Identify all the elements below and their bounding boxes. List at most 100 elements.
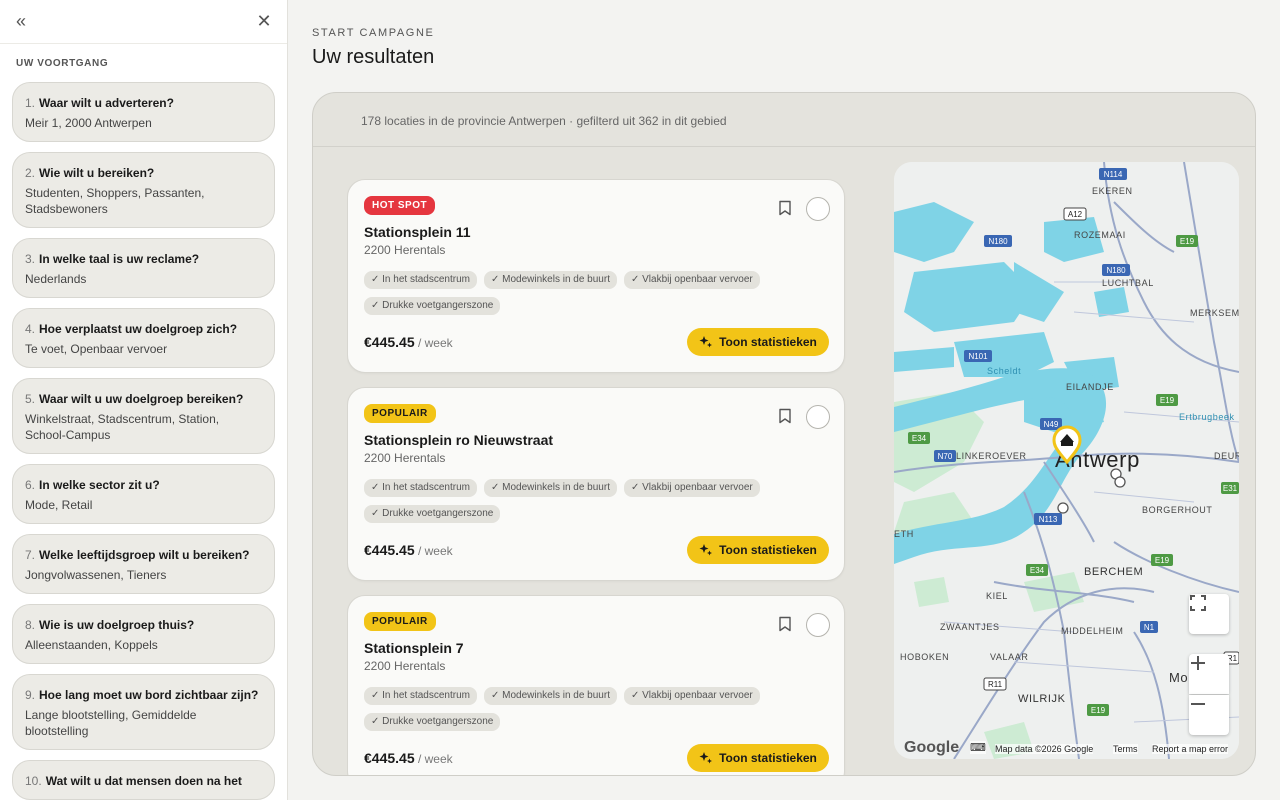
sidebar-heading: UW VOORTGANG bbox=[16, 58, 109, 69]
price-amount: €445.45 bbox=[364, 334, 415, 350]
svg-text:E34: E34 bbox=[1030, 566, 1045, 575]
step-answer: Nederlands bbox=[25, 272, 87, 286]
map-label: VALAAR bbox=[990, 652, 1028, 662]
step-question: 8. Wie is uw doelgroep thuis? bbox=[25, 617, 262, 633]
bookmark-icon[interactable] bbox=[778, 200, 792, 216]
location-card[interactable]: POPULAIR Stationsplein 7 2200 Herentals … bbox=[347, 595, 845, 775]
minus-icon bbox=[1191, 703, 1205, 705]
step-3[interactable]: 3. In welke taal is uw reclame? Nederland… bbox=[12, 238, 275, 298]
collapse-sidebar-icon[interactable]: « bbox=[16, 12, 34, 30]
step-question-text: Welke leeftijdsgroep wilt u bereiken? bbox=[39, 548, 250, 562]
step-question: 3. In welke taal is uw reclame? bbox=[25, 251, 262, 267]
location-map[interactable]: EKEREN ROZEMAAI LUCHTBAL MERKSEM Scheldt… bbox=[894, 162, 1239, 759]
button-label: Toon statistieken bbox=[719, 751, 817, 765]
map-data-attribution: Map data ©2026 Google bbox=[995, 744, 1094, 754]
svg-text:E31: E31 bbox=[1223, 484, 1238, 493]
step-question: 6. In welke sector zit u? bbox=[25, 477, 262, 493]
step-question: 7. Welke leeftijdsgroep wilt u bereiken? bbox=[25, 547, 262, 563]
progress-sidebar: « ✕ UW VOORTGANG 1. Waar wilt u advertere… bbox=[0, 0, 288, 800]
step-5[interactable]: 5. Waar wilt u uw doelgroep bereiken? Win… bbox=[12, 378, 275, 454]
sidebar-header: « ✕ bbox=[0, 0, 287, 44]
step-answer: Studenten, Shoppers, Passanten, Stadsbew… bbox=[25, 186, 205, 216]
bookmark-icon[interactable] bbox=[778, 408, 792, 424]
svg-text:N49: N49 bbox=[1044, 420, 1059, 429]
close-icon[interactable]: ✕ bbox=[255, 12, 273, 30]
map-label: LINKEROEVER bbox=[956, 451, 1027, 461]
price-unit: / week bbox=[414, 336, 453, 350]
step-question-text: Wie wilt u bereiken? bbox=[39, 166, 155, 180]
keyboard-shortcuts-icon[interactable]: ⌨ bbox=[970, 741, 986, 754]
step-question-text: Hoe verplaatst uw doelgroep zich? bbox=[39, 322, 238, 336]
select-radio[interactable] bbox=[806, 197, 830, 221]
map-label: HOBOKEN bbox=[900, 652, 949, 662]
show-statistics-button[interactable]: Toon statistieken bbox=[687, 536, 829, 564]
price-unit: / week bbox=[414, 752, 453, 766]
zoom-out-button[interactable] bbox=[1189, 695, 1229, 735]
feature-tag: ✓ In het stadscentrum bbox=[364, 271, 477, 289]
button-label: Toon statistieken bbox=[719, 543, 817, 557]
step-9[interactable]: 9. Hoe lang moet uw bord zichtbaar zijn? … bbox=[12, 674, 275, 750]
main-content: START CAMPAGNE Uw resultaten 178 locatie… bbox=[288, 0, 1280, 800]
step-number: 3. bbox=[25, 252, 36, 266]
plus-icon bbox=[1191, 656, 1205, 670]
step-answer: Lange blootstelling, Gemiddelde blootste… bbox=[25, 708, 197, 738]
step-4[interactable]: 4. Hoe verplaatst uw doelgroep zich? Te v… bbox=[12, 308, 275, 368]
map-label: EILANDJE bbox=[1066, 382, 1114, 392]
status-badge: POPULAIR bbox=[364, 612, 436, 631]
feature-tag: ✓ Modewinkels in de buurt bbox=[483, 271, 617, 289]
svg-text:N180: N180 bbox=[988, 237, 1008, 246]
step-1[interactable]: 1. Waar wilt u adverteren? Meir 1, 2000 A… bbox=[12, 82, 275, 142]
price: €445.45 / week bbox=[364, 750, 453, 766]
step-number: 6. bbox=[25, 478, 36, 492]
price-amount: €445.45 bbox=[364, 542, 415, 558]
feature-tag: ✓ Vlakbij openbaar vervoer bbox=[623, 479, 760, 497]
location-card[interactable]: POPULAIR Stationsplein ro Nieuwstraat 22… bbox=[347, 387, 845, 581]
location-name: Stationsplein ro Nieuwstraat bbox=[364, 432, 554, 448]
feature-tag: ✓ In het stadscentrum bbox=[364, 687, 477, 705]
select-radio[interactable] bbox=[806, 405, 830, 429]
step-answer: Alleenstaanden, Koppels bbox=[25, 638, 158, 652]
svg-text:N1: N1 bbox=[1144, 623, 1155, 632]
map-label: LUCHTBAL bbox=[1102, 278, 1154, 288]
step-question-text: Waar wilt u uw doelgroep bereiken? bbox=[39, 392, 244, 406]
sparkle-icon bbox=[699, 336, 713, 348]
show-statistics-button[interactable]: Toon statistieken bbox=[687, 744, 829, 772]
google-logo: Google bbox=[904, 739, 960, 756]
step-7[interactable]: 7. Welke leeftijdsgroep wilt u bereiken? … bbox=[12, 534, 275, 594]
step-number: 5. bbox=[25, 392, 36, 406]
step-number: 9. bbox=[25, 688, 36, 702]
feature-tags: ✓ In het stadscentrum ✓ Modewinkels in d… bbox=[364, 687, 804, 731]
location-name: Stationsplein 11 bbox=[364, 224, 471, 240]
step-8[interactable]: 8. Wie is uw doelgroep thuis? Alleenstaan… bbox=[12, 604, 275, 664]
location-name: Stationsplein 7 bbox=[364, 640, 464, 656]
svg-text:E34: E34 bbox=[912, 434, 927, 443]
svg-text:E19: E19 bbox=[1180, 237, 1195, 246]
show-statistics-button[interactable]: Toon statistieken bbox=[687, 328, 829, 356]
terms-link[interactable]: Terms bbox=[1113, 744, 1138, 754]
map-canvas[interactable]: EKEREN ROZEMAAI LUCHTBAL MERKSEM Scheldt… bbox=[894, 162, 1239, 759]
bookmark-icon[interactable] bbox=[778, 616, 792, 632]
results-list[interactable]: HOT SPOT Stationsplein 11 2200 Herentals… bbox=[347, 179, 847, 775]
select-radio[interactable] bbox=[806, 613, 830, 637]
step-question-text: In welke taal is uw reclame? bbox=[39, 252, 200, 266]
fullscreen-button[interactable] bbox=[1189, 594, 1229, 634]
location-card[interactable]: HOT SPOT Stationsplein 11 2200 Herentals… bbox=[347, 179, 845, 373]
svg-text:N180: N180 bbox=[1106, 266, 1126, 275]
svg-text:E19: E19 bbox=[1091, 706, 1106, 715]
feature-tag: ✓ Modewinkels in de buurt bbox=[483, 479, 617, 497]
step-question-text: Wie is uw doelgroep thuis? bbox=[39, 618, 195, 632]
map-label: BORGERHOUT bbox=[1142, 505, 1213, 515]
step-question: 2. Wie wilt u bereiken? bbox=[25, 165, 262, 181]
step-number: 4. bbox=[25, 322, 36, 336]
feature-tag: ✓ Drukke voetgangerszone bbox=[364, 713, 501, 731]
step-6[interactable]: 6. In welke sector zit u? Mode, Retail bbox=[12, 464, 275, 524]
price: €445.45 / week bbox=[364, 542, 453, 558]
location-city: 2200 Herentals bbox=[364, 243, 446, 257]
map-label: BERCHEM bbox=[1084, 566, 1143, 578]
step-10[interactable]: 10. Wat wilt u dat mensen doen na het bbox=[12, 760, 275, 800]
zoom-in-button[interactable] bbox=[1189, 654, 1229, 694]
step-question: 5. Waar wilt u uw doelgroep bereiken? bbox=[25, 391, 262, 407]
report-error-link[interactable]: Report a map error bbox=[1152, 744, 1229, 754]
price: €445.45 / week bbox=[364, 334, 453, 350]
step-2[interactable]: 2. Wie wilt u bereiken? Studenten, Shoppe… bbox=[12, 152, 275, 228]
